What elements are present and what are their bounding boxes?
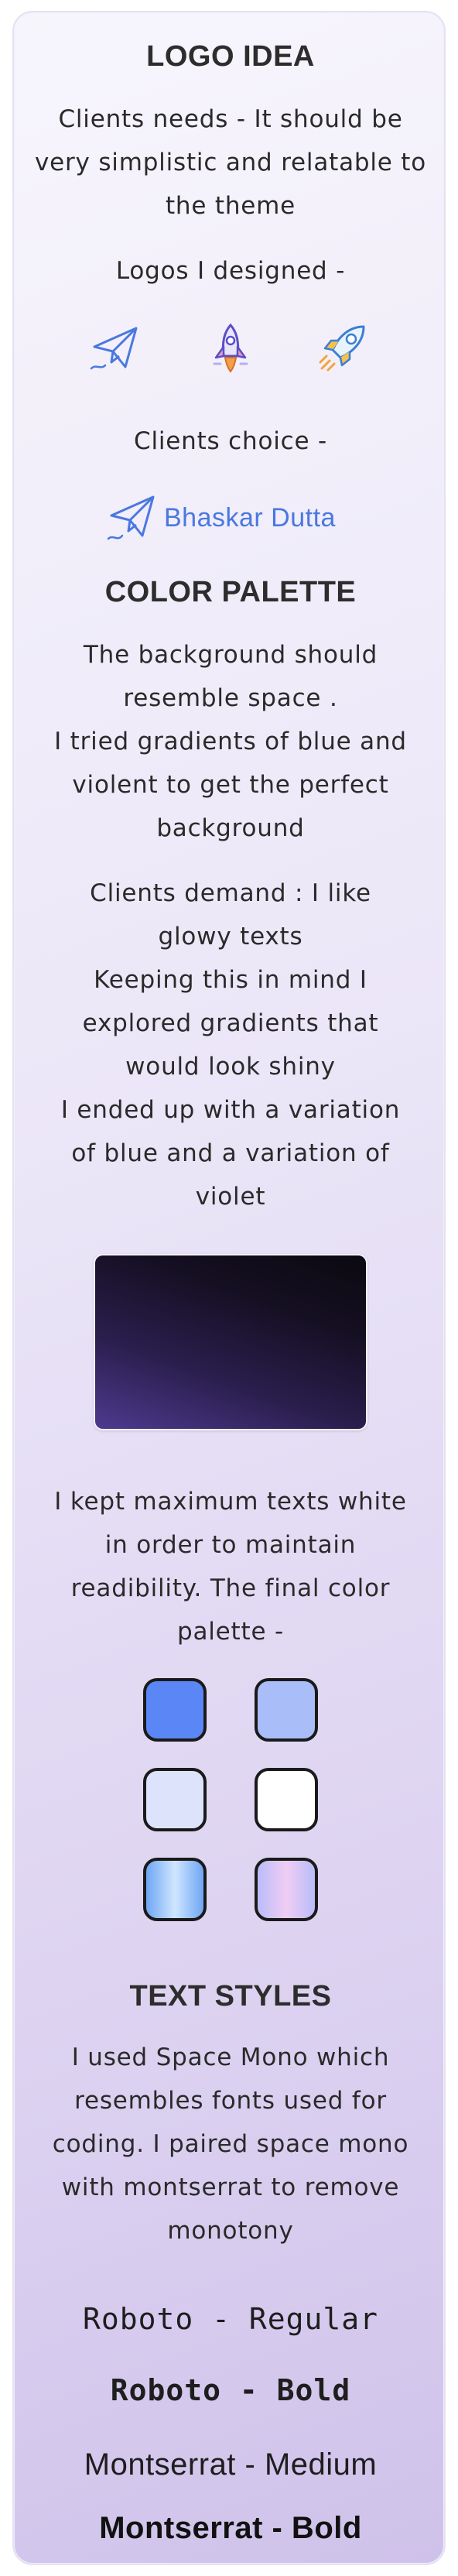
logo-idea-heading: LOGO IDEA [146,40,315,73]
text-styles-heading: TEXT STYLES [129,1980,332,2012]
client-demand-description: Clients demand : I like glowy texts Keep… [60,879,401,1211]
final-palette-description: I kept maximum texts white in order to m… [54,1488,407,1646]
swatch-pale-blue [143,1768,207,1831]
case-study-card: LOGO IDEA Clients needs - It should be v… [12,11,446,2565]
clients-choice-label: Clients choice - [134,427,327,455]
paper-plane-icon [90,327,138,370]
background-gradient-sample [94,1254,367,1430]
swatch-blue-gradient [143,1858,207,1921]
logo-wordmark: Bhaskar Dutta [164,503,336,533]
color-palette-heading: COLOR PALETTE [104,576,357,608]
paper-plane-icon [107,495,155,540]
sample-sans-medium: Montserrat - Medium [84,2448,378,2482]
sample-sans-bold: Montserrat - Bold [99,2511,362,2545]
swatch-light-blue [255,1678,318,1742]
sample-mono-bold: Roboto - Bold [110,2373,351,2407]
shuttle-icon [213,323,248,373]
swatch-blue [143,1678,207,1742]
logos-designed-label: Logos I designed - [115,257,346,285]
rocket-icon [319,325,365,372]
text-styles-description: I used Space Mono which resembles fonts … [52,2043,409,2245]
swatch-violet-gradient [255,1858,318,1921]
client-needs-text: Clients needs - It should be very simpli… [34,105,427,220]
swatch-white [255,1768,318,1831]
sample-mono-regular: Roboto - Regular [82,2302,379,2336]
chosen-logo: Bhaskar Dutta [107,495,336,540]
background-description: The background should resemble space . I… [54,641,407,842]
